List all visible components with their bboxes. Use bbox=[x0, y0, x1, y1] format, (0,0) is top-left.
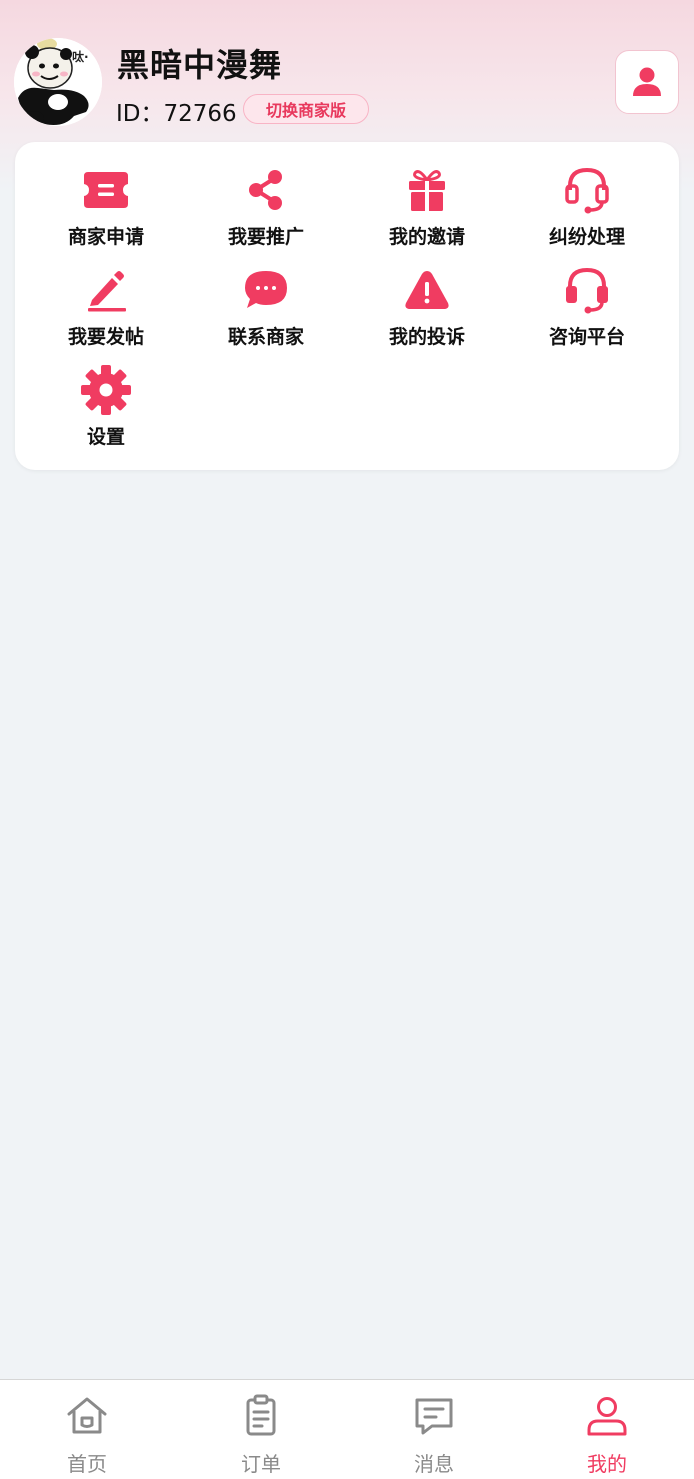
menu-item-label: 联系商家 bbox=[227, 326, 304, 348]
home-icon bbox=[67, 1397, 107, 1434]
menu-item-my-complaints[interactable]: 我的投诉 bbox=[347, 242, 507, 348]
clipboard-icon bbox=[246, 1394, 276, 1436]
gear-icon bbox=[80, 365, 132, 415]
nav-tab-orders[interactable]: 订单 bbox=[174, 1380, 348, 1479]
menu-item-settings[interactable]: 设置 bbox=[26, 342, 186, 448]
menu-item-merchant-apply[interactable]: 商家申请 bbox=[26, 142, 186, 248]
menu-item-promote[interactable]: 我要推广 bbox=[186, 142, 346, 248]
menu-item-label: 我的投诉 bbox=[388, 326, 465, 348]
menu-item-label: 设置 bbox=[86, 426, 125, 448]
function-menu-card: 商家申请 我要推广 我的邀请 纠纷处理 我要发帖 联系商家 我的投诉 咨询平台 … bbox=[15, 142, 679, 470]
headset-icon bbox=[561, 267, 613, 314]
headset-icon bbox=[561, 167, 613, 214]
chat-bubble-icon bbox=[240, 268, 292, 312]
nav-label: 首页 bbox=[67, 1452, 107, 1476]
menu-item-consult-platform[interactable]: 咨询平台 bbox=[507, 242, 667, 348]
menu-item-label: 咨询平台 bbox=[548, 326, 625, 348]
nav-label: 我的 bbox=[587, 1452, 627, 1476]
message-icon bbox=[415, 1398, 453, 1435]
menu-item-post[interactable]: 我要发帖 bbox=[26, 242, 186, 348]
menu-item-dispute[interactable]: 纠纷处理 bbox=[507, 142, 667, 248]
nav-label: 消息 bbox=[414, 1452, 454, 1476]
nav-tab-messages[interactable]: 消息 bbox=[347, 1380, 521, 1479]
warning-icon bbox=[401, 268, 453, 312]
menu-item-my-invitations[interactable]: 我的邀请 bbox=[347, 142, 507, 248]
pencil-icon bbox=[80, 268, 132, 312]
username: 黑暗中漫舞 bbox=[117, 46, 283, 84]
user-id: ID：72766 bbox=[116, 101, 237, 127]
ticket-icon bbox=[80, 168, 132, 212]
avatar[interactable]: 呔· bbox=[14, 38, 102, 126]
nav-label: 订单 bbox=[241, 1452, 281, 1476]
nav-tab-mine[interactable]: 我的 bbox=[520, 1380, 694, 1479]
menu-item-contact-merchant[interactable]: 联系商家 bbox=[186, 242, 346, 348]
nav-tab-home[interactable]: 首页 bbox=[0, 1380, 174, 1479]
bottom-nav: 首页 订单 消息 我的 bbox=[0, 1379, 694, 1479]
share-icon bbox=[240, 168, 292, 212]
user-icon bbox=[587, 1397, 627, 1436]
user-icon bbox=[633, 67, 661, 96]
profile-button[interactable] bbox=[615, 50, 679, 114]
avatar-tag-text: 呔· bbox=[72, 50, 89, 64]
gift-icon bbox=[401, 168, 453, 212]
switch-merchant-button[interactable]: 切换商家版 bbox=[243, 94, 369, 124]
